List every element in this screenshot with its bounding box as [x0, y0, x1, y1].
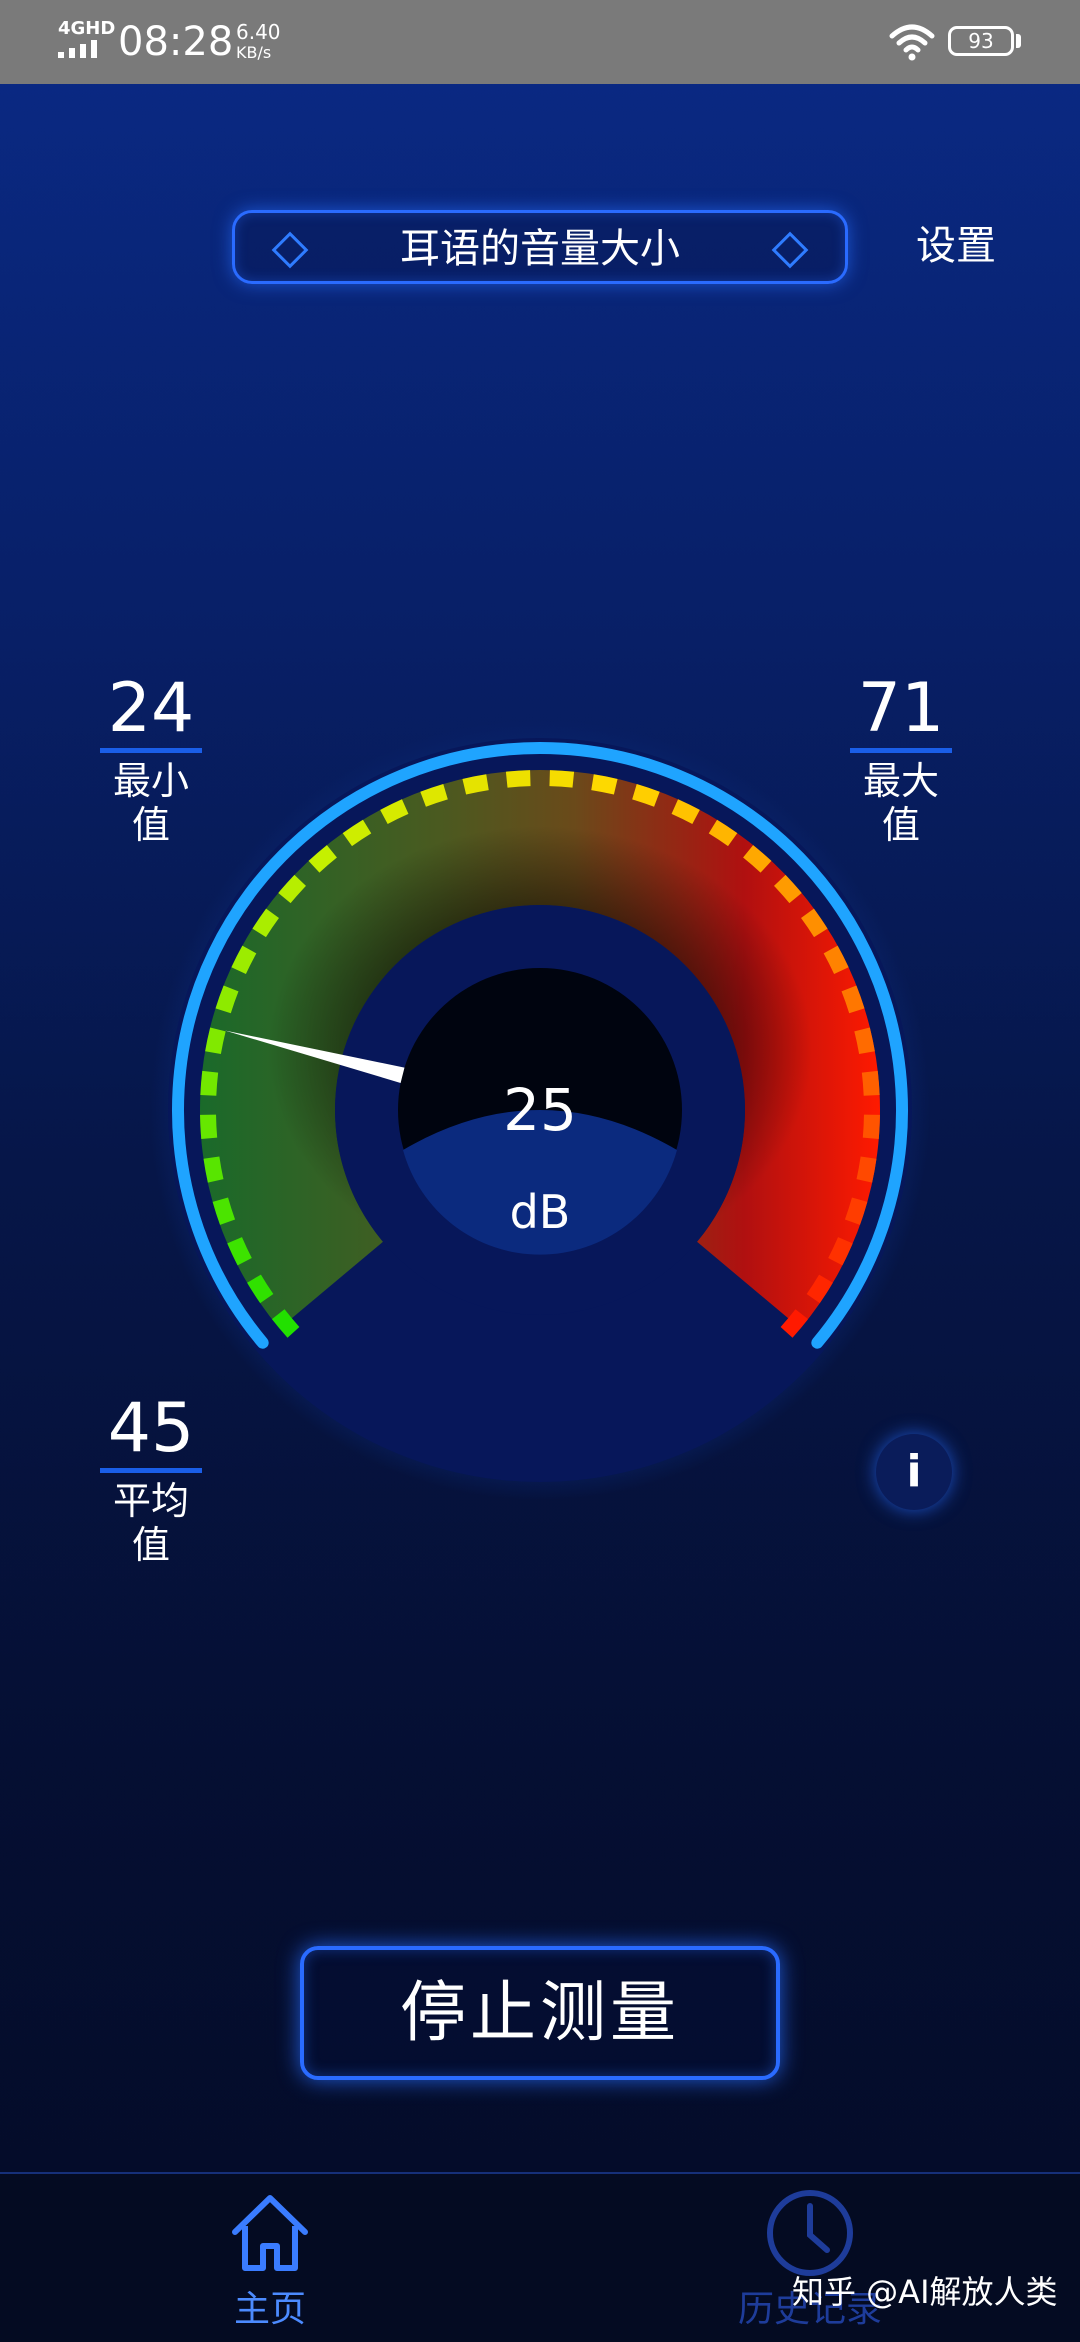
net-speed-value: 6.40 [236, 20, 281, 44]
gauge-tick [844, 1197, 868, 1225]
gauge-tick [247, 1274, 274, 1304]
gauge-tick [342, 819, 372, 847]
gauge-unit: dB [510, 1185, 571, 1239]
mode-label: 耳语的音量大小 [400, 226, 680, 272]
gauge-tick [632, 784, 660, 807]
battery-tip [1016, 34, 1021, 48]
gauge-tick [200, 1114, 218, 1140]
gauge-tick [215, 985, 239, 1014]
info-button[interactable]: i [876, 1434, 952, 1510]
clock: 08:28 [118, 19, 234, 65]
stop-measure-label: 停止测量 [400, 1974, 680, 2051]
network-type: 4GHD [58, 18, 116, 39]
bottom-nav: 主页 历史记录 知乎 @AI解放人类 [0, 2172, 1080, 2342]
nav-home-label: 主页 [233, 2289, 306, 2330]
net-speed-unit: KB/s [236, 43, 272, 62]
home-icon [232, 2195, 308, 2271]
battery-icon: 93 [948, 26, 1014, 56]
gauge-tick [708, 819, 738, 847]
status-bar: 4GHD 08:28 6.40 KB/s 93 [0, 0, 1080, 84]
battery-level: 93 [968, 29, 994, 53]
gauge-tick [231, 945, 257, 975]
gauge-tick [462, 774, 489, 795]
gauge-tick [200, 1070, 219, 1096]
gauge-tick [549, 770, 575, 788]
gauge-tick [380, 799, 409, 825]
gauge-value: 25 [503, 1076, 577, 1144]
gauge-tick [671, 799, 700, 825]
gauge-tick [505, 770, 531, 788]
gauge-tick [823, 945, 849, 975]
gauge-tick [420, 784, 448, 807]
gauge-tick [854, 1027, 875, 1055]
gauge-tick [841, 985, 865, 1014]
gauge-tick [856, 1156, 877, 1183]
clock-icon [767, 2190, 853, 2276]
gauge-tick [806, 1274, 833, 1304]
mode-selector[interactable]: 耳语的音量大小 [232, 210, 848, 284]
gauge-tick [252, 908, 280, 938]
gauge-tick [205, 1027, 226, 1055]
gauge-tick [800, 908, 828, 938]
stop-measure-button[interactable]: 停止测量 [300, 1946, 780, 2080]
gauge-tick [212, 1197, 236, 1225]
watermark: 知乎 @AI解放人类 [792, 2273, 1058, 2311]
gauge-tick [203, 1156, 224, 1183]
signal-icon [58, 40, 106, 58]
gauge-tick [862, 1114, 880, 1140]
gauge-tick [227, 1237, 252, 1266]
wifi-icon [889, 24, 935, 61]
gauge-tick [591, 774, 618, 795]
gauge-tick [861, 1070, 880, 1096]
settings-button[interactable]: 设置 [916, 222, 1026, 270]
nav-home[interactable]: 主页 [170, 2188, 370, 2332]
gauge-tick [828, 1237, 853, 1266]
decibel-gauge: 25 dB [150, 720, 930, 1500]
